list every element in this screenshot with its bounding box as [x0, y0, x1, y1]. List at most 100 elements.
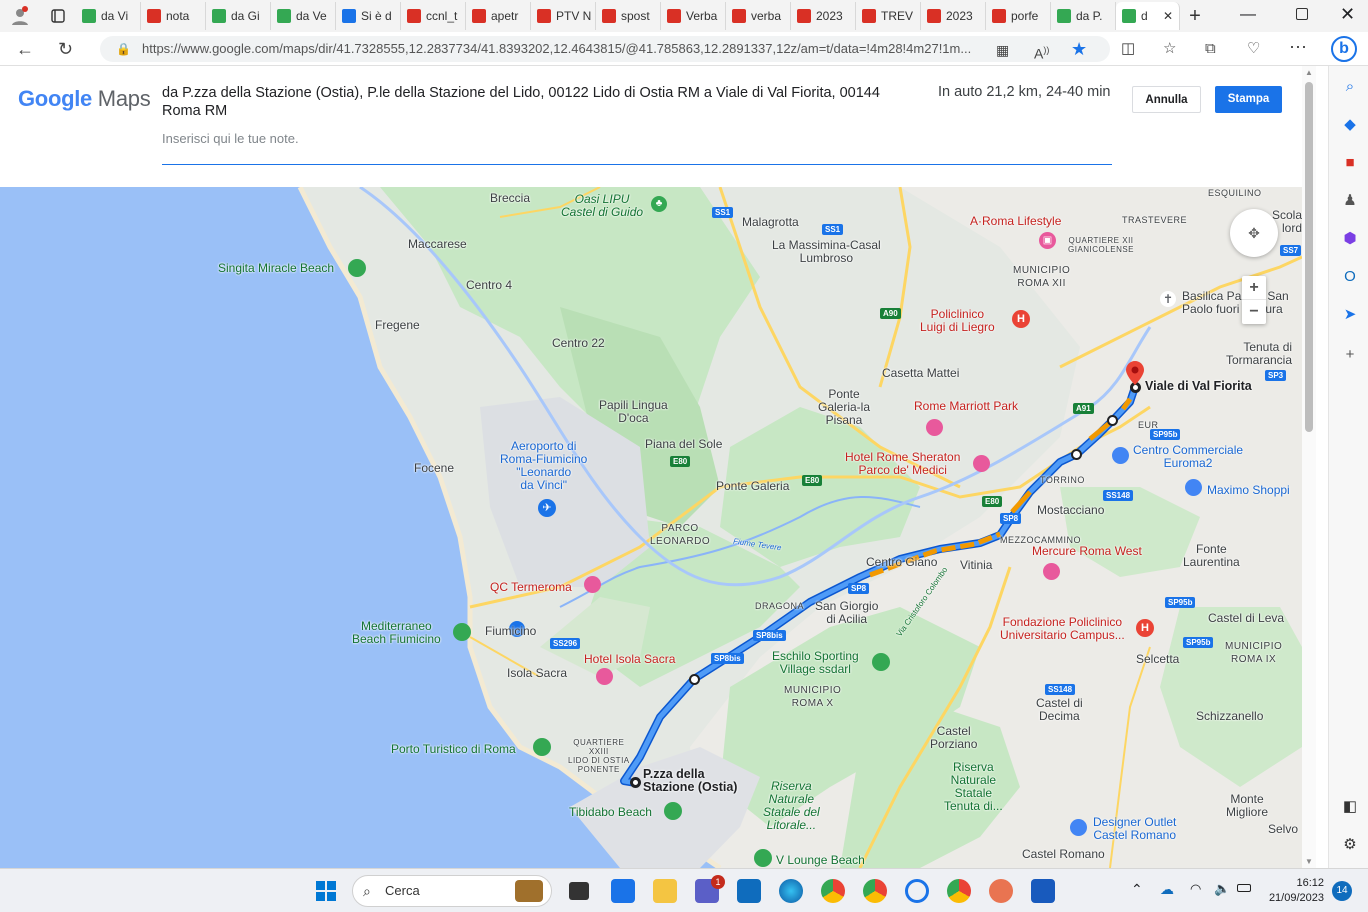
- split-screen-icon[interactable]: ◫: [1121, 40, 1135, 58]
- more-menu-icon[interactable]: ⋯: [1289, 38, 1307, 56]
- park-pin-icon[interactable]: [754, 849, 772, 867]
- pan-control[interactable]: ✥: [1230, 209, 1278, 257]
- browser-tab[interactable]: PTV N: [531, 2, 596, 30]
- scroll-down-arrow-icon[interactable]: ▼: [1305, 857, 1313, 866]
- add-sidebar-icon[interactable]: +: [1341, 346, 1359, 364]
- church-pin-icon[interactable]: ✝: [1160, 291, 1176, 307]
- word-icon[interactable]: [1031, 879, 1055, 903]
- notification-badge[interactable]: 14: [1332, 881, 1352, 901]
- marina-pin-icon[interactable]: [533, 738, 551, 756]
- hospital-pin-icon[interactable]: H: [1136, 619, 1154, 637]
- spa-pin-icon[interactable]: [584, 576, 601, 593]
- hotel-pin-icon[interactable]: [1043, 563, 1060, 580]
- teams-icon[interactable]: 1: [695, 875, 725, 903]
- collections-icon[interactable]: ⧉: [1205, 40, 1216, 58]
- route-waypoint-marker[interactable]: [1071, 449, 1082, 460]
- chrome-profile-icon[interactable]: [863, 879, 887, 903]
- route-waypoint-marker[interactable]: [1107, 415, 1118, 426]
- browser-tab[interactable]: TREV: [856, 2, 921, 30]
- battery-icon[interactable]: [1237, 884, 1251, 892]
- app-available-icon[interactable]: ▦: [996, 41, 1009, 59]
- browser-tab[interactable]: ccnl_t: [401, 2, 466, 30]
- sport-pin-icon[interactable]: [872, 653, 890, 671]
- microsoft-365-icon[interactable]: ⬢: [1341, 230, 1359, 248]
- minimize-button[interactable]: —: [1240, 6, 1256, 24]
- wifi-icon[interactable]: ◠: [1190, 881, 1201, 897]
- zoom-in-button[interactable]: +: [1242, 276, 1266, 300]
- browser-tab[interactable]: d ✕: [1116, 2, 1180, 30]
- park-pin-icon[interactable]: [664, 802, 682, 820]
- hotel-pin-icon[interactable]: [973, 455, 990, 472]
- browser-tab[interactable]: porfe: [986, 2, 1051, 30]
- scrollbar-thumb[interactable]: [1305, 82, 1313, 432]
- file-explorer-icon[interactable]: [653, 879, 677, 903]
- outlook-icon[interactable]: [737, 879, 761, 903]
- read-aloud-icon[interactable]: A)): [1034, 41, 1049, 63]
- browser-essentials-icon[interactable]: ♡: [1247, 40, 1260, 58]
- shopping-pin-icon[interactable]: ▣: [1039, 232, 1056, 249]
- browser-tab[interactable]: nota: [141, 2, 206, 30]
- refresh-icon[interactable]: ↻: [58, 40, 73, 58]
- browser-tab[interactable]: verba: [726, 2, 791, 30]
- sidebar-layout-icon[interactable]: ◧: [1341, 798, 1359, 816]
- copilot-icon[interactable]: b: [1331, 36, 1357, 62]
- browser-tab[interactable]: Verba: [661, 2, 726, 30]
- tools-briefcase-icon[interactable]: ■: [1341, 154, 1359, 172]
- windows-start-icon[interactable]: [314, 879, 338, 903]
- chrome-alt-icon[interactable]: [947, 879, 971, 903]
- url-field[interactable]: 🔒 https://www.google.com/maps/dir/41.732…: [100, 36, 1110, 62]
- hospital-pin-icon[interactable]: H: [1012, 310, 1030, 328]
- tray-chevron-icon[interactable]: ⌃: [1131, 881, 1143, 898]
- airport-pin-icon[interactable]: ✈: [538, 499, 556, 517]
- taskbar-search[interactable]: ⌕ Cerca: [352, 875, 552, 907]
- tab-actions-icon[interactable]: [40, 2, 76, 30]
- hotel-pin-icon[interactable]: [596, 668, 613, 685]
- zoom-out-button[interactable]: −: [1242, 300, 1266, 324]
- edge-icon[interactable]: [779, 879, 803, 903]
- games-icon[interactable]: ♟: [1341, 192, 1359, 210]
- outlook-icon[interactable]: O: [1341, 268, 1359, 286]
- shopping-pin-icon[interactable]: [1070, 819, 1087, 836]
- notes-input[interactable]: Inserisci qui le tue note.: [162, 129, 1112, 165]
- volume-icon[interactable]: 🔈: [1214, 881, 1230, 897]
- browser-tab[interactable]: da Ve: [271, 2, 336, 30]
- route-map[interactable]: ♣ ▣ H ✝ ✈ H SS1 SS1 A90 SS7 SP3 A91 SP95…: [0, 187, 1302, 868]
- onedrive-icon[interactable]: ☁: [1160, 881, 1174, 898]
- new-tab-button[interactable]: +: [1180, 5, 1210, 28]
- close-tab-icon[interactable]: ✕: [1163, 9, 1173, 23]
- search-icon[interactable]: ⌕: [1341, 78, 1359, 96]
- browser-tab[interactable]: da Gi: [206, 2, 271, 30]
- scroll-up-arrow-icon[interactable]: ▲: [1305, 68, 1313, 77]
- close-window-button[interactable]: ✕: [1340, 4, 1355, 25]
- snipping-tool-icon[interactable]: [989, 879, 1013, 903]
- shopping-pin-icon[interactable]: [1185, 479, 1202, 496]
- shopping-tag-icon[interactable]: ◆: [1341, 116, 1359, 134]
- browser-tab[interactable]: da P.: [1051, 2, 1116, 30]
- park-pin-icon[interactable]: [348, 259, 366, 277]
- app-icon[interactable]: [905, 879, 929, 903]
- cancel-button[interactable]: Annulla: [1132, 86, 1201, 113]
- chrome-icon[interactable]: [821, 879, 845, 903]
- settings-gear-icon[interactable]: ⚙: [1341, 836, 1359, 854]
- browser-tab[interactable]: Si è d: [336, 2, 401, 30]
- favorite-star-icon[interactable]: ★: [1071, 40, 1087, 58]
- route-start-marker[interactable]: [630, 777, 641, 788]
- drop-send-icon[interactable]: ➤: [1341, 306, 1359, 324]
- park-pin-icon[interactable]: [453, 623, 471, 641]
- park-pin-icon[interactable]: ♣: [651, 196, 667, 212]
- task-view-icon[interactable]: [569, 882, 589, 900]
- browser-tab[interactable]: 2023: [921, 2, 986, 30]
- destination-pin-icon[interactable]: [1126, 361, 1144, 385]
- favorites-icon[interactable]: ☆: [1163, 40, 1176, 58]
- clock[interactable]: 16:12 21/09/2023: [1262, 876, 1324, 906]
- browser-tab[interactable]: da Vi: [76, 2, 141, 30]
- widgets-icon[interactable]: [611, 879, 635, 903]
- maximize-button[interactable]: [1296, 8, 1308, 20]
- browser-tab[interactable]: spost: [596, 2, 661, 30]
- shopping-pin-icon[interactable]: [1112, 447, 1129, 464]
- hotel-pin-icon[interactable]: [926, 419, 943, 436]
- back-arrow-icon[interactable]: ←: [16, 40, 34, 58]
- browser-tab[interactable]: apetr: [466, 2, 531, 30]
- profile-avatar-icon[interactable]: [0, 2, 40, 30]
- route-waypoint-marker[interactable]: [689, 674, 700, 685]
